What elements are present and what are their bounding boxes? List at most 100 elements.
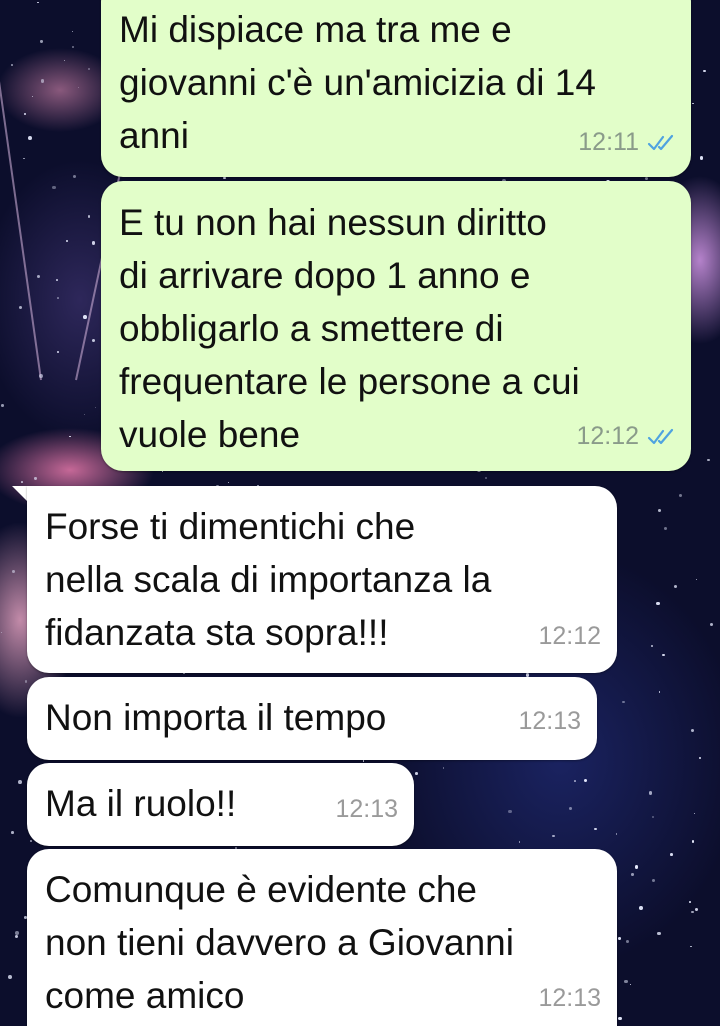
wallpaper-star <box>699 156 704 160</box>
message-time: 12:13 <box>518 707 581 735</box>
wallpaper-star <box>698 757 701 760</box>
wallpaper-star <box>31 95 34 97</box>
wallpaper-star <box>689 945 692 948</box>
wallpaper-star <box>36 274 41 279</box>
wallpaper-star <box>64 59 66 62</box>
message-text: Comunque è evidente che non tieni davver… <box>45 869 514 1016</box>
wallpaper-star <box>631 873 634 876</box>
message-bubble-outgoing[interactable]: Mi dispiace ma tra me e giovanni c'è un'… <box>101 0 691 177</box>
wallpaper-star <box>690 728 695 732</box>
wallpaper-star <box>508 809 512 814</box>
double-check-icon <box>647 428 674 444</box>
wallpaper-star <box>651 878 655 882</box>
message-bubble-incoming[interactable]: Non importa il tempo 12:13 <box>27 677 597 760</box>
wallpaper-star <box>635 865 639 869</box>
wallpaper-star <box>663 527 667 531</box>
message-text: E tu non hai nessun diritto di arrivare … <box>119 202 580 455</box>
wallpaper-star <box>657 931 661 936</box>
wallpaper-star <box>622 700 625 704</box>
wallpaper-star <box>56 279 58 281</box>
wallpaper-star <box>669 853 673 856</box>
message-bubble-incoming[interactable]: Comunque è evidente che non tieni davver… <box>27 849 617 1026</box>
message-bubble-incoming[interactable]: Forse ti dimentichi che nella scala di i… <box>27 486 617 673</box>
message-meta: 12:13 <box>335 783 398 836</box>
wallpaper-star <box>91 241 96 246</box>
wallpaper-star <box>65 239 68 243</box>
message-time: 12:11 <box>578 128 639 156</box>
wallpaper-star <box>71 30 73 33</box>
wallpaper-star <box>703 69 707 73</box>
wallpaper-star <box>34 477 37 480</box>
wallpaper-star <box>362 760 365 762</box>
message-meta: 12:13 <box>518 695 581 748</box>
wallpaper-star <box>23 112 26 116</box>
wallpaper-star <box>679 493 683 497</box>
wallpaper-star <box>618 1016 623 1021</box>
wallpaper-star <box>639 906 644 911</box>
wallpaper-star <box>183 672 185 675</box>
wallpaper-star <box>694 907 698 911</box>
wallpaper-star <box>23 157 25 160</box>
wallpaper-star <box>27 136 32 141</box>
wallpaper-star <box>71 45 75 49</box>
message-text: Non importa il tempo <box>45 697 387 738</box>
wallpaper-star <box>673 584 677 588</box>
wallpaper-star <box>11 570 15 574</box>
wallpaper-star <box>583 778 588 783</box>
wallpaper-star <box>569 806 572 810</box>
message-meta: 12:12 <box>538 610 601 663</box>
wallpaper-star <box>415 772 418 775</box>
message-meta: 12:11 <box>578 116 677 169</box>
wallpaper-star <box>52 185 56 190</box>
wallpaper-star <box>83 315 87 319</box>
wallpaper-star <box>11 64 13 67</box>
message-time: 12:12 <box>538 622 601 650</box>
message-bubble-incoming[interactable]: Ma il ruolo!! 12:13 <box>27 763 414 846</box>
wallpaper-star <box>615 833 618 835</box>
wallpaper-star <box>91 339 96 343</box>
wallpaper-star <box>37 1 39 3</box>
wallpaper-star <box>648 790 653 795</box>
wallpaper-star <box>69 435 71 438</box>
wallpaper-flower-stem <box>0 62 42 381</box>
wallpaper-star <box>18 306 22 310</box>
wallpaper-star <box>11 831 15 835</box>
message-text: Mi dispiace ma tra me e giovanni c'è un'… <box>119 9 596 156</box>
wallpaper-star <box>652 815 655 819</box>
wallpaper-star <box>662 653 665 657</box>
message-time: 12:13 <box>335 795 398 823</box>
wallpaper-star <box>594 827 597 830</box>
message-meta: 12:13 <box>538 972 601 1025</box>
wallpaper-star <box>24 680 28 683</box>
message-text: Forse ti dimentichi che nella scala di i… <box>45 506 492 653</box>
wallpaper-star <box>40 40 43 43</box>
wallpaper-star <box>57 297 60 300</box>
wallpaper-star <box>8 975 12 980</box>
message-text: Ma il ruolo!! <box>45 783 237 824</box>
wallpaper-star <box>77 86 79 89</box>
wallpaper-star <box>1 631 3 633</box>
wallpaper-star <box>644 177 648 181</box>
wallpaper-star <box>40 78 45 83</box>
message-bubble-outgoing[interactable]: E tu non hai nessun diritto di arrivare … <box>101 181 691 471</box>
wallpaper-star <box>689 901 691 903</box>
wallpaper-star <box>227 481 230 484</box>
wallpaper-star <box>695 578 698 581</box>
wallpaper-star <box>14 930 19 935</box>
wallpaper-star <box>693 813 695 815</box>
wallpaper-star <box>87 67 90 71</box>
wallpaper-star <box>21 481 23 483</box>
wallpaper-star <box>73 175 77 179</box>
wallpaper-star <box>658 691 661 693</box>
wallpaper-star <box>651 644 654 648</box>
wallpaper-star <box>84 413 86 416</box>
double-check-icon <box>647 134 674 150</box>
wallpaper-star <box>442 767 445 769</box>
wallpaper-star <box>657 508 661 512</box>
message-time: 12:13 <box>538 984 601 1012</box>
wallpaper-star <box>629 983 632 986</box>
wallpaper-star <box>707 458 710 461</box>
wallpaper-star <box>94 406 96 408</box>
wallpaper-star <box>56 350 59 354</box>
wallpaper-star <box>519 841 521 843</box>
